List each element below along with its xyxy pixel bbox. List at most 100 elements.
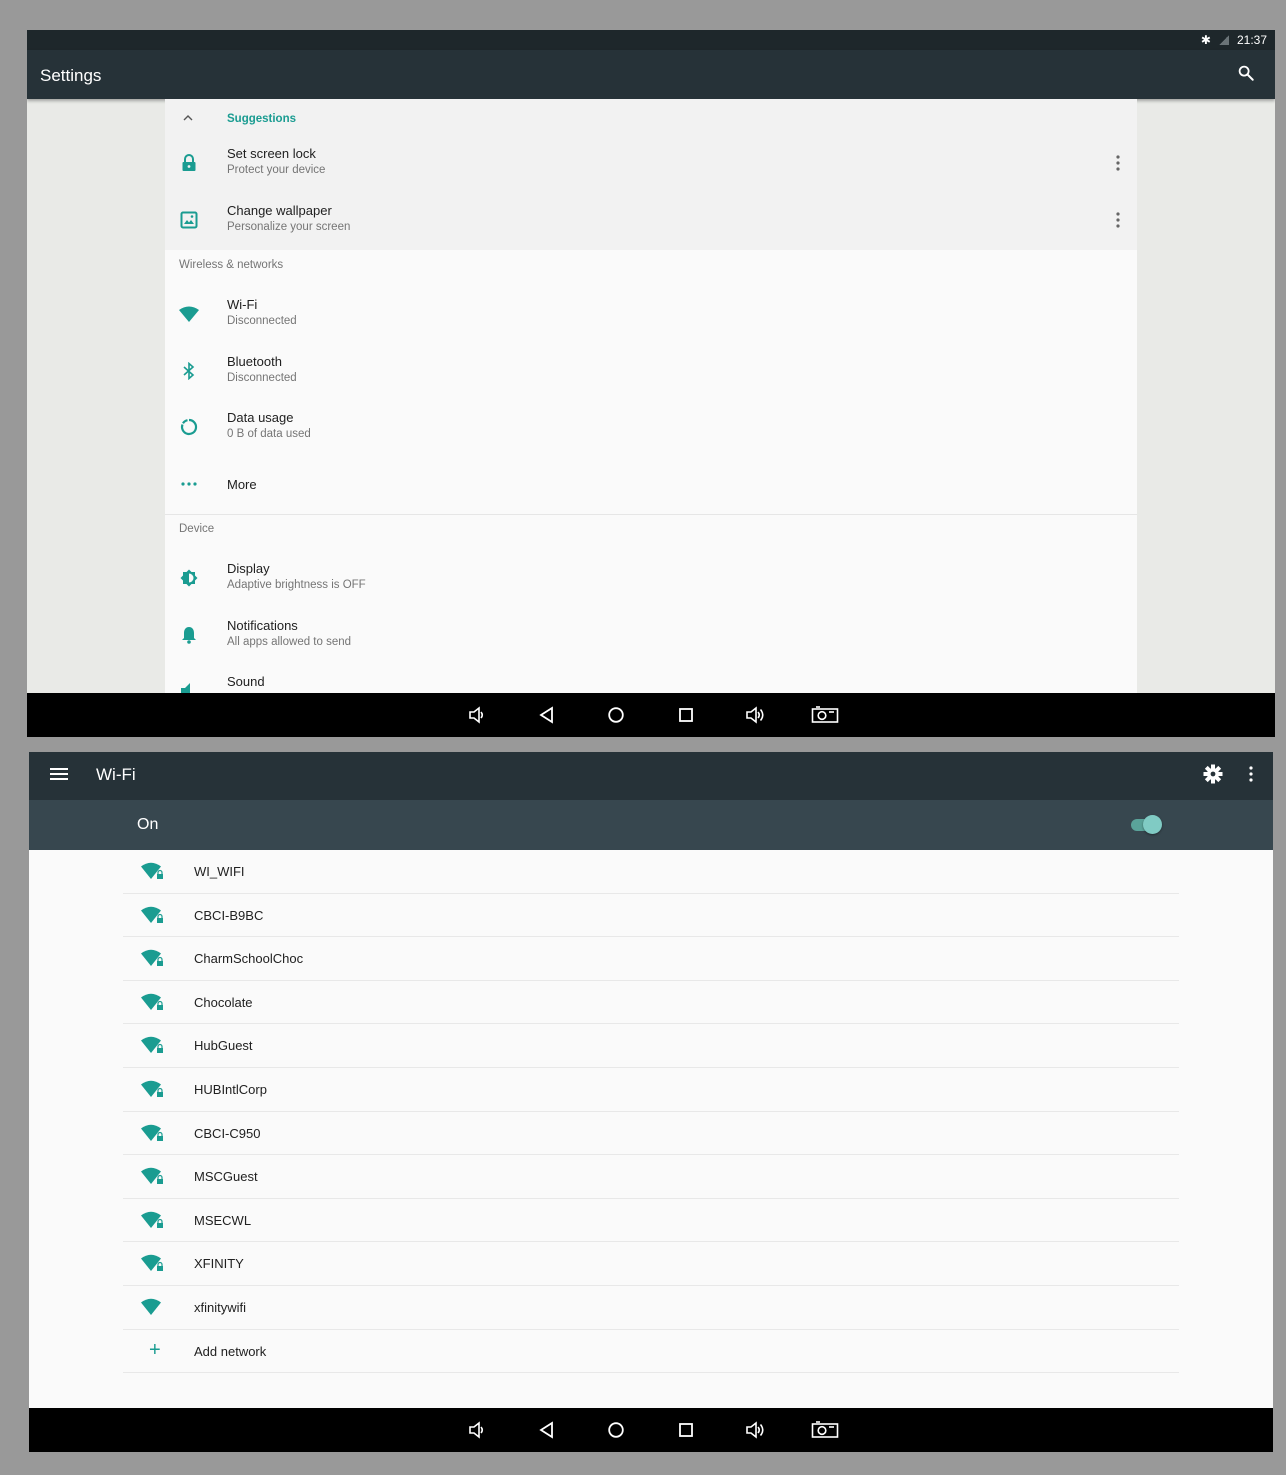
wifi-locked-icon [141, 1124, 163, 1141]
settings-item-data-usage[interactable]: Data usage 0 B of data used [165, 401, 1137, 457]
wifi-network-item[interactable]: xfinitywifi [123, 1286, 1179, 1330]
navigation-bar [29, 1408, 1273, 1452]
more-vert-icon[interactable] [1113, 211, 1123, 229]
section-divider [165, 514, 1137, 515]
wifi-network-name: HubGuest [194, 1038, 253, 1054]
settings-screen: ✱ 21:37 Settings Suggestions Set screen … [27, 30, 1275, 737]
bell-icon [179, 625, 199, 645]
bluetooth-status-icon: ✱ [1200, 33, 1211, 47]
wifi-network-item[interactable]: MSCGuest [123, 1155, 1179, 1199]
page-title: Settings [40, 66, 102, 85]
wifi-network-item[interactable]: XFINITY [123, 1242, 1179, 1286]
menu-icon[interactable] [50, 767, 68, 781]
wifi-network-item[interactable]: HUBIntlCorp [123, 1068, 1179, 1112]
wifi-network-list: WI_WIFI CBCI-B9BC CharmSchoolChoc Chocolate… [123, 850, 1179, 1374]
row-subtitle: Protect your device [227, 164, 326, 176]
volume-down-icon[interactable] [468, 1421, 486, 1439]
status-bar: ✱ 21:37 [27, 30, 1275, 50]
wifi-locked-icon [141, 993, 163, 1010]
screenshot-icon[interactable] [811, 706, 839, 724]
wifi-network-name: Chocolate [194, 994, 253, 1010]
volume-down-icon[interactable] [468, 706, 486, 724]
wifi-locked-icon [141, 1211, 163, 1228]
lock-icon [179, 153, 199, 173]
recents-icon[interactable] [677, 706, 695, 724]
row-title: Data usage [227, 410, 294, 425]
wifi-network-item[interactable]: CBCI-B9BC [123, 894, 1179, 938]
wifi-network-name: CharmSchoolChoc [194, 951, 304, 967]
more-vert-icon[interactable] [1113, 154, 1123, 172]
wifi-network-name: MSCGuest [194, 1169, 258, 1185]
row-subtitle: Disconnected [227, 372, 297, 384]
bluetooth-icon [179, 361, 199, 381]
wifi-network-item[interactable]: WI_WIFI [123, 850, 1179, 894]
gear-icon[interactable] [1203, 764, 1223, 784]
wifi-network-item[interactable]: CharmSchoolChoc [123, 937, 1179, 981]
settings-item-wifi[interactable]: Wi-Fi Disconnected [165, 288, 1137, 344]
wifi-network-item[interactable]: Chocolate [123, 981, 1179, 1025]
settings-item-more[interactable]: More [165, 458, 1137, 514]
wifi-icon [179, 304, 199, 324]
wifi-network-item[interactable]: HubGuest [123, 1024, 1179, 1068]
settings-item-notifications[interactable]: Notifications All apps allowed to send [165, 609, 1137, 665]
wifi-network-item[interactable]: MSECWL [123, 1199, 1179, 1243]
wifi-locked-icon [141, 1255, 163, 1272]
wifi-locked-icon [141, 949, 163, 967]
wifi-locked-icon [141, 1167, 163, 1185]
row-title: Display [227, 561, 270, 576]
wifi-screen: Wi-Fi On WI_WIFI CBCI-B9BC CharmSchoolChoc… [29, 752, 1273, 1452]
row-title: Set screen lock [227, 146, 316, 161]
volume-up-icon[interactable] [745, 706, 767, 724]
no-signal-icon [1218, 35, 1229, 45]
wifi-switch-label: On [137, 816, 159, 833]
wifi-network-name: CBCI-B9BC [194, 907, 264, 923]
add-network-label: Add network [194, 1343, 267, 1359]
wifi-icon [141, 1298, 161, 1315]
home-icon[interactable] [607, 706, 625, 724]
wifi-network-name: CBCI-C950 [194, 1125, 261, 1141]
wifi-network-name: XFINITY [194, 1256, 244, 1272]
wifi-network-name: xfinitywifi [194, 1299, 247, 1315]
settings-item-bluetooth[interactable]: Bluetooth Disconnected [165, 345, 1137, 401]
row-subtitle: 0 B of data used [227, 428, 311, 440]
section-wireless-label: Wireless & networks [179, 259, 284, 271]
wifi-locked-icon [141, 1080, 163, 1097]
row-title: More [227, 477, 257, 492]
row-title: Change wallpaper [227, 203, 332, 218]
more-vert-icon[interactable] [1246, 765, 1256, 783]
row-subtitle: Disconnected [227, 315, 297, 327]
search-icon[interactable] [1237, 64, 1255, 82]
suggestion-change-wallpaper[interactable]: Change wallpaper Personalize your screen [165, 194, 1137, 250]
wifi-network-name: HUBIntlCorp [194, 1081, 267, 1097]
row-title: Sound [227, 674, 265, 689]
home-icon[interactable] [607, 1421, 625, 1439]
wifi-locked-icon [141, 862, 163, 879]
suggestion-set-screen-lock[interactable]: Set screen lock Protect your device [165, 137, 1137, 193]
suggestions-header[interactable]: Suggestions [165, 111, 1137, 131]
more-horiz-icon [179, 474, 199, 494]
recents-icon[interactable] [677, 1421, 695, 1439]
wifi-app-bar: Wi-Fi [29, 752, 1273, 800]
settings-list: Suggestions Set screen lock Protect your… [165, 99, 1137, 699]
volume-up-icon[interactable] [745, 1421, 767, 1439]
wifi-network-name: MSECWL [194, 1212, 252, 1228]
back-icon[interactable] [538, 1421, 556, 1439]
wifi-network-name: WI_WIFI [194, 864, 245, 879]
row-title: Notifications [227, 618, 298, 633]
wifi-toggle[interactable] [1143, 815, 1162, 834]
wifi-locked-icon [141, 1037, 163, 1054]
row-title: Wi-Fi [227, 297, 258, 312]
section-device-label: Device [179, 523, 215, 535]
data-usage-icon [179, 417, 199, 437]
navigation-bar [27, 693, 1275, 737]
add-icon: + [149, 1338, 161, 1361]
suggestions-label: Suggestions [227, 113, 297, 125]
settings-item-display[interactable]: Display Adaptive brightness is OFF [165, 552, 1137, 608]
add-network-button[interactable]: + Add network [123, 1330, 1179, 1374]
wifi-network-item[interactable]: CBCI-C950 [123, 1112, 1179, 1156]
screenshot-icon[interactable] [811, 1421, 839, 1439]
back-icon[interactable] [538, 706, 556, 724]
wifi-locked-icon [141, 906, 163, 923]
wifi-switch-bar[interactable]: On [29, 800, 1273, 850]
chevron-up-icon [183, 115, 193, 121]
